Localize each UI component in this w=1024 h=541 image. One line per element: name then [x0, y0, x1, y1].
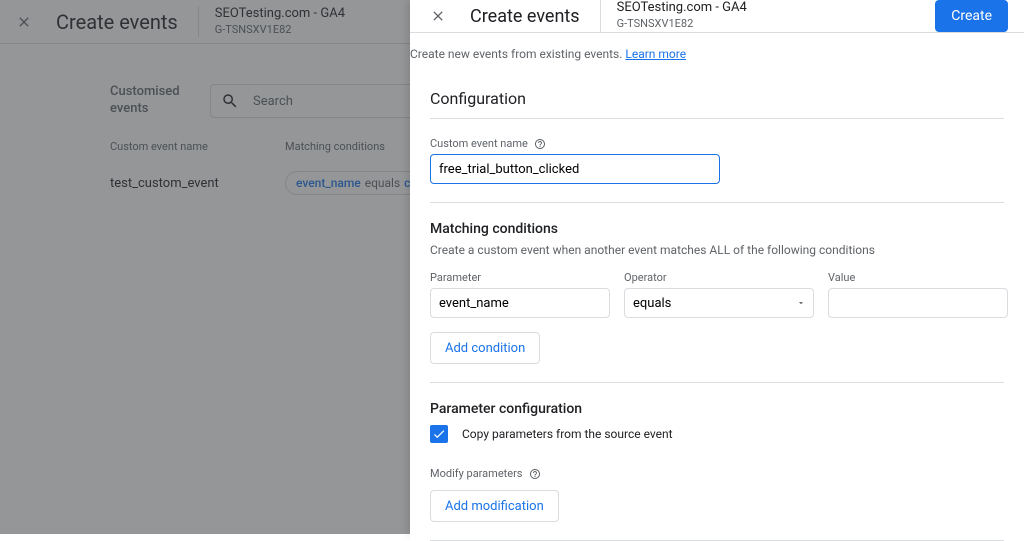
condition-value-input[interactable] — [828, 288, 1008, 318]
panel-title: Create events — [470, 6, 580, 27]
condition-row: Parameter Operator Value — [430, 271, 1004, 318]
panel-intro: Create new events from existing events. … — [410, 33, 1024, 75]
modify-parameters-label: Modify parameters — [430, 467, 1004, 480]
help-icon[interactable] — [529, 468, 541, 480]
custom-event-name-block: Custom event name — [430, 118, 1004, 202]
copy-parameters-label: Copy parameters from the source event — [462, 427, 673, 441]
custom-event-name-label: Custom event name — [430, 137, 1004, 150]
condition-operator-select[interactable] — [624, 288, 814, 318]
close-panel-button[interactable] — [426, 4, 450, 28]
learn-more-link[interactable]: Learn more — [625, 47, 686, 61]
panel-intro-text: Create new events from existing events. — [410, 47, 622, 61]
copy-parameters-checkbox[interactable] — [430, 425, 448, 443]
panel-header: Create events SEOTesting.com - GA4 G-TSN… — [410, 0, 1024, 33]
condition-param-label: Parameter — [430, 271, 610, 284]
help-icon[interactable] — [534, 138, 546, 150]
panel-property-name: SEOTesting.com - GA4 — [617, 0, 936, 17]
caret-down-icon — [796, 298, 806, 308]
create-event-panel: Create events SEOTesting.com - GA4 G-TSN… — [410, 0, 1024, 534]
parameter-configuration-block: Parameter configuration Copy parameters … — [430, 382, 1004, 541]
custom-event-name-input[interactable] — [430, 154, 720, 184]
panel-property-info: SEOTesting.com - GA4 G-TSNSXV1E82 — [600, 0, 936, 31]
matching-conditions-block: Matching conditions Create a custom even… — [430, 202, 1004, 382]
check-icon — [432, 427, 446, 441]
condition-parameter-input[interactable] — [430, 288, 610, 318]
panel-property-id: G-TSNSXV1E82 — [617, 17, 936, 31]
matching-conditions-desc: Create a custom event when another event… — [430, 243, 1004, 257]
custom-event-name-label-text: Custom event name — [430, 137, 528, 150]
copy-parameters-row: Copy parameters from the source event — [430, 425, 1004, 443]
add-modification-button[interactable]: Add modification — [430, 490, 559, 522]
parameter-configuration-heading: Parameter configuration — [430, 401, 1004, 417]
create-button[interactable]: Create — [935, 0, 1008, 32]
matching-conditions-heading: Matching conditions — [430, 221, 1004, 237]
configuration-heading: Configuration — [410, 75, 1024, 118]
close-icon — [430, 8, 446, 24]
condition-val-label: Value — [828, 271, 1008, 284]
add-condition-button[interactable]: Add condition — [430, 332, 540, 364]
configuration-card: Configuration Custom event name Matching… — [410, 75, 1024, 541]
condition-op-label: Operator — [624, 271, 814, 284]
modify-parameters-label-text: Modify parameters — [430, 467, 523, 480]
